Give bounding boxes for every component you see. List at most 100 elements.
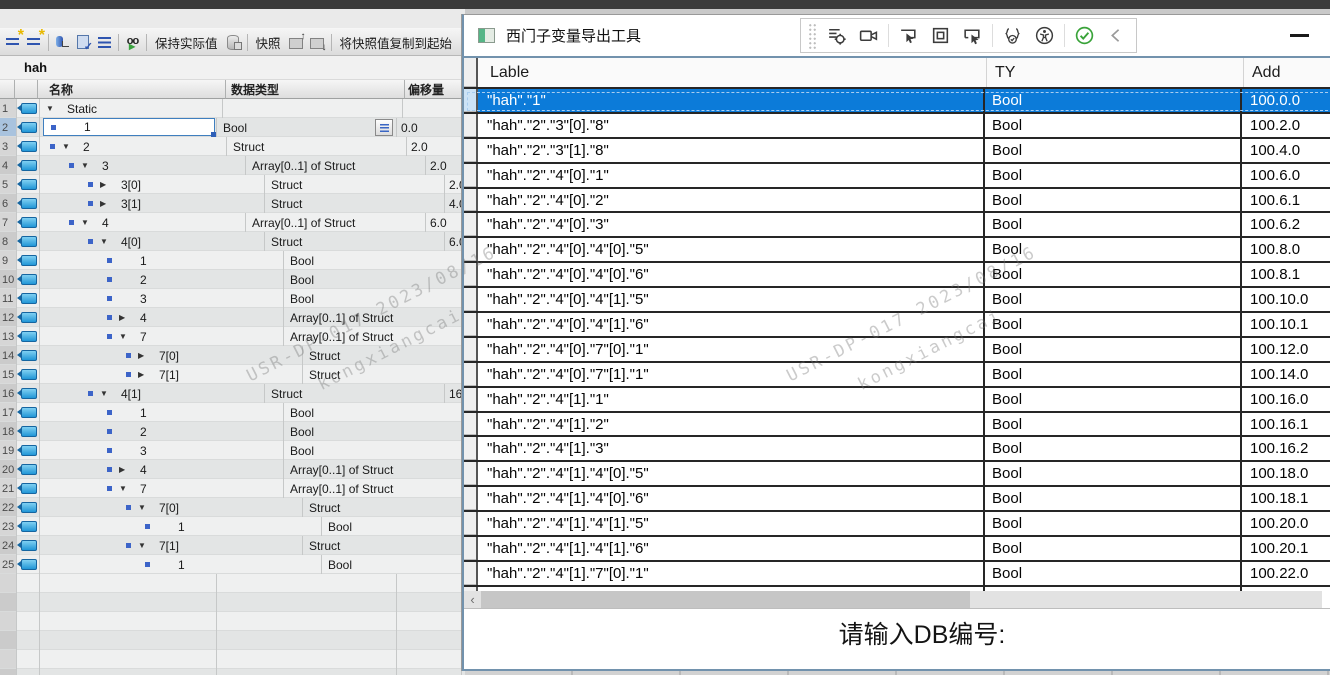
collapse-arrow-icon[interactable]: ▼ [81,161,94,170]
name-cell[interactable]: 1 [40,251,284,270]
row-header-cell[interactable] [464,288,478,311]
name-cell[interactable]: ▶7[0] [40,346,303,365]
name-cell[interactable]: ▼4[0] [40,232,265,251]
name-cell[interactable]: 2 [40,270,284,289]
table-row[interactable]: "hah"."2"."4"[0]."4"[1]."5"Bool100.10.0 [464,288,1330,313]
expand-arrow-icon[interactable]: ▶ [119,465,132,474]
type-cell[interactable]: Struct [227,137,407,156]
table-row[interactable]: "hah"."2"."4"[0]."7"[1]."1"Bool100.14.0 [464,363,1330,388]
ty-cell[interactable]: Bool [985,164,1242,187]
scroll-thumb[interactable] [481,591,970,608]
row-header-cell[interactable] [464,487,478,510]
lable-cell[interactable]: "hah"."2"."4"[1]."1" [478,388,985,411]
add-cell[interactable]: 100.8.1 [1242,263,1300,286]
row-header-cell[interactable] [464,338,478,361]
ty-cell[interactable]: Bool [985,388,1242,411]
tia-row[interactable]: 182Bool16.1fal [0,422,465,441]
horizontal-scrollbar[interactable]: ‹ [464,591,1330,608]
tia-row[interactable]: 6▶3[1]Struct4.0 [0,194,465,213]
row-header-cell[interactable] [464,313,478,336]
ty-cell[interactable]: Bool [985,313,1242,336]
lable-cell[interactable]: "hah"."2"."4"[0]."7"[1]."1" [478,363,985,386]
accessibility-checker-icon[interactable] [1032,23,1057,48]
tia-row[interactable]: 24▼7[1]Struct24.0 [0,536,465,555]
name-cell[interactable]: 3 [40,289,284,308]
tia-row[interactable]: 8▼4[0]Struct6.0 [0,232,465,251]
row-header-cell[interactable] [464,114,478,137]
add-cell[interactable]: 100.20.1 [1242,537,1308,560]
add-cell[interactable]: 100.6.2 [1242,213,1300,236]
camera-download-button[interactable] [307,31,328,53]
expand-arrow-icon[interactable]: ▶ [100,199,113,208]
name-cell[interactable]: ▼7 [40,479,284,498]
ty-cell[interactable]: Bool [985,487,1242,510]
lable-cell[interactable]: "hah"."2"."4"[1]."7"[0]."1" [478,562,985,585]
column-header-lable[interactable]: Lable [478,58,987,87]
type-cell[interactable]: Bool [284,422,464,441]
row-header-cell[interactable] [464,512,478,535]
name-cell[interactable]: 2 [40,422,284,441]
row-header-cell[interactable] [464,537,478,560]
type-cell[interactable]: Bool [284,251,464,270]
type-cell[interactable] [223,99,403,118]
type-cell[interactable]: Array[0..1] of Struct [284,479,464,498]
name-cell[interactable]: ▼4[1] [40,384,265,403]
column-header-type[interactable]: 数据类型 [226,80,405,99]
ty-cell[interactable]: Bool [985,562,1242,585]
tia-row[interactable]: 91Bool6.0fal [0,251,465,270]
type-cell[interactable]: Array[0..1] of Struct [246,156,426,175]
ty-cell[interactable]: Bool [985,363,1242,386]
lable-cell[interactable]: "hah"."2"."3"[0]."8" [478,114,985,137]
insert-row-icon[interactable] [3,31,24,53]
collapse-arrow-icon[interactable]: ▼ [119,484,132,493]
tia-row[interactable]: 1▼Static [0,99,465,118]
table-row[interactable]: "hah"."2"."4"[0]."1"Bool100.6.0 [464,164,1330,189]
dialog-titlebar[interactable]: 西门子变量导出工具 [464,15,1330,58]
tia-row[interactable]: 231Bool22.0fal [0,517,465,536]
lable-cell[interactable]: "hah"."2"."4"[1]."4"[1]."6" [478,537,985,560]
collapse-arrow-icon[interactable]: ▼ [81,218,94,227]
add-cell[interactable]: 100.0.0 [1242,89,1300,112]
ty-cell[interactable]: Bool [985,462,1242,485]
table-row[interactable]: "hah"."2"."4"[1]."4"[1]."6"Bool100.20.1 [464,537,1330,562]
lable-cell[interactable]: "hah"."2"."4"[1]."4"[0]."6" [478,487,985,510]
lable-cell[interactable]: "hah"."2"."4"[0]."7"[0]."1" [478,338,985,361]
record-ui-icon[interactable] [856,23,881,48]
table-row[interactable]: "hah"."2"."4"[1]."4"[1]."5"Bool100.20.0 [464,512,1330,537]
live-visual-tree-icon[interactable] [824,23,849,48]
column-header-ty[interactable]: TY [987,58,1244,87]
row-header-cell[interactable] [464,263,478,286]
type-cell[interactable]: Struct [265,232,445,251]
row-header-cell[interactable] [464,363,478,386]
tia-row[interactable]: 13▼7Array[0..1] of Struct12.0 [0,327,465,346]
table-row[interactable]: "hah"."2"."4"[1]."3"Bool100.16.2 [464,437,1330,462]
row-header-cell[interactable] [464,462,478,485]
hot-reload-check-icon[interactable] [1072,23,1097,48]
ty-cell[interactable]: Bool [985,537,1242,560]
collapse-arrow-icon[interactable]: ▼ [100,389,113,398]
name-cell[interactable]: ▶4 [40,460,284,479]
tia-row[interactable]: 22▼7[0]Struct22.0 [0,498,465,517]
row-header-cell[interactable] [464,413,478,436]
type-cell[interactable]: Struct [303,365,483,384]
type-cell[interactable]: Array[0..1] of Struct [284,308,464,327]
tia-row[interactable]: 193Bool16.2fal [0,441,465,460]
table-row[interactable]: "hah"."2"."4"[0]."2"Bool100.6.1 [464,189,1330,214]
name-cell[interactable]: 1 [40,403,284,422]
add-cell[interactable]: 100.2.0 [1242,114,1300,137]
tia-row[interactable]: 7▼4Array[0..1] of Struct6.0 [0,213,465,232]
lable-cell[interactable]: "hah"."2"."4"[0]."4"[1]."6" [478,313,985,336]
name-cell[interactable]: 1 [40,555,322,574]
name-edit-input[interactable]: 1 [43,118,215,136]
ty-cell[interactable]: Bool [985,338,1242,361]
type-browse-button[interactable] [375,119,393,136]
collapse-toolbar-icon[interactable] [1104,23,1129,48]
type-cell[interactable]: Array[0..1] of Struct [246,213,426,232]
lable-cell[interactable]: "hah"."2"."4"[0]."4"[0]."5" [478,238,985,261]
row-header-cell[interactable] [464,388,478,411]
row-header-cell[interactable] [464,213,478,236]
name-cell[interactable]: ▶3[0] [40,175,265,194]
collapse-arrow-icon[interactable]: ▼ [46,104,59,113]
tia-row[interactable]: 12▶4Array[0..1] of Struct8.0 [0,308,465,327]
table-row[interactable]: "hah"."2"."4"[0]."4"[0]."6"Bool100.8.1 [464,263,1330,288]
